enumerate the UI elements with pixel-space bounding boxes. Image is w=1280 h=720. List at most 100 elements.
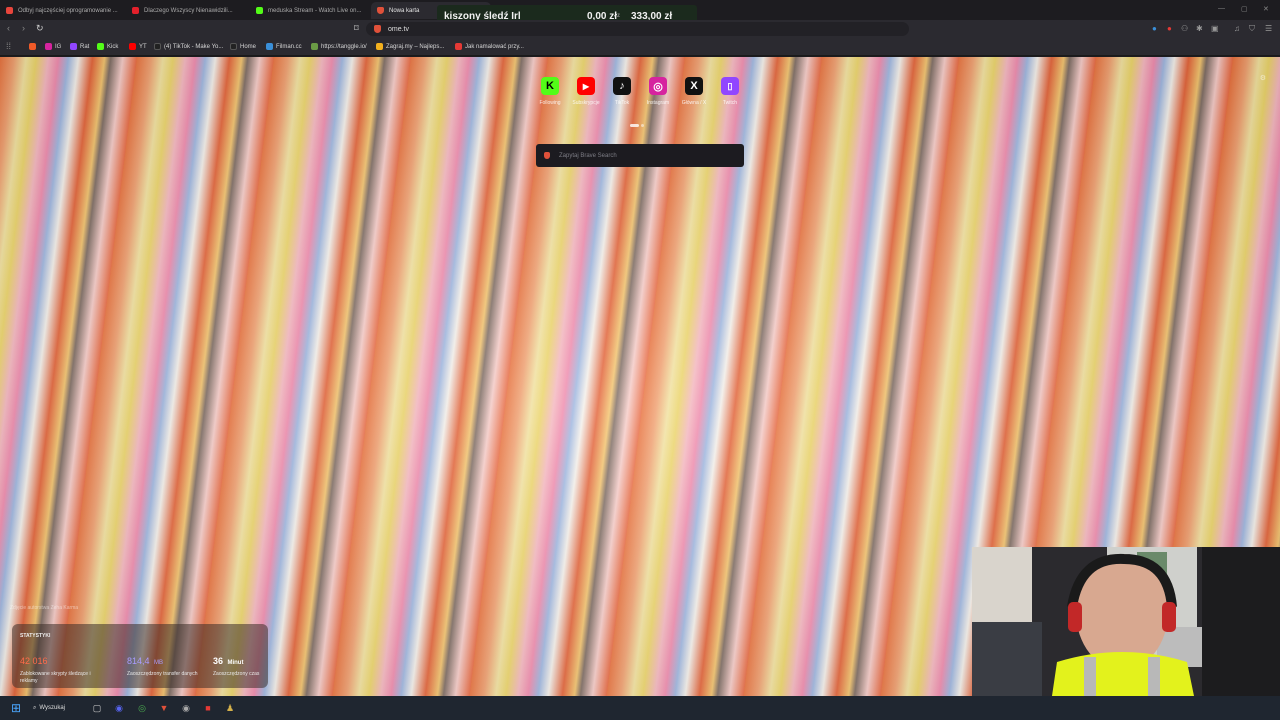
bookmark-item[interactable]: IG [45, 43, 61, 50]
chrome-icon[interactable]: ◎ [135, 701, 149, 715]
search-input[interactable]: Zapytaj Brave Search [536, 144, 744, 167]
brave-search-icon [544, 152, 550, 159]
stat-bandwidth: 814,4 MB Zaoszczędzony transfer danych [127, 651, 207, 678]
brave-rewards-icon[interactable]: ⛉ [1249, 24, 1255, 34]
menu-icon[interactable]: ☰ [1265, 24, 1272, 33]
task-view-icon[interactable]: ▢ [90, 701, 104, 715]
top-site-label: Główna / X [681, 100, 707, 106]
page-indicator[interactable] [630, 124, 644, 127]
brave-icon [377, 7, 384, 14]
media-icon[interactable]: ♫ [1234, 24, 1240, 33]
forward-icon[interactable]: › [22, 23, 25, 33]
bookmark-label: Kick [107, 43, 119, 50]
extension-icon[interactable]: ● [1167, 24, 1172, 33]
stats-widget: STATYSTYKI 42 016 Zablokowane skrypty śl… [12, 624, 268, 688]
stat-value: 814,4 [127, 656, 150, 666]
stat-time: 36 Minut Zaoszczędzony czas [213, 651, 263, 678]
top-site-label: Twitch [722, 100, 738, 106]
tab-label: Dlaczego Wszyscy Nienawidzili... [144, 7, 233, 14]
zagraj-icon [376, 43, 383, 50]
url-text: ome.tv [388, 25, 410, 33]
top-site-label: Instagram [646, 100, 670, 106]
bookmark-item[interactable]: Jak namalować przy... [455, 43, 524, 50]
page-dot-active[interactable] [630, 124, 639, 127]
top-site-instagram[interactable]: ◎ Instagram [643, 77, 673, 106]
kick-icon [97, 43, 104, 50]
twitch-icon: ▯ [721, 77, 739, 95]
app-icon[interactable]: ■ [201, 701, 215, 715]
youtube-icon: ▶ [577, 77, 595, 95]
top-site-subscriptions[interactable]: ▶ Subskrypcje [571, 77, 601, 106]
tab-0[interactable]: Odbyj najczęściej oprogramowanie ... [0, 2, 124, 19]
stat-unit: Minut [227, 660, 244, 666]
bookmark-item[interactable]: YT [129, 43, 147, 50]
bookmark-label: Filman.cc [276, 43, 302, 50]
apps-grid-icon[interactable]: ⁞⁞ [6, 41, 11, 51]
stat-label: Zaoszczędzony czas [213, 671, 260, 677]
sidebar-icon[interactable]: ▣ [1211, 24, 1219, 33]
twitch-icon [70, 43, 77, 50]
stat-value: 36 [213, 656, 224, 666]
discord-icon[interactable]: ◉ [112, 701, 126, 715]
stat-trackers: 42 016 Zablokowane skrypty śledzące i re… [20, 651, 100, 685]
taskbar-search-label: Wyszukaj [39, 705, 65, 711]
tiktok-icon: ♪ [613, 77, 631, 95]
bookmark-item[interactable]: Zagraj.my – Najleps... [376, 43, 444, 50]
stat-label: Zablokowane skrypty śledzące i reklamy [20, 671, 91, 684]
extension-icon[interactable]: ● [1152, 24, 1157, 33]
top-site-following[interactable]: K Following [535, 77, 565, 106]
tab-favicon-icon [6, 7, 13, 14]
extension-icon[interactable]: ⚇ [1181, 24, 1188, 33]
top-site-twitch[interactable]: ▯ Twitch [715, 77, 745, 106]
bookmark-label: Jak namalować przy... [465, 43, 524, 50]
kick-icon: K [541, 77, 559, 95]
page-dot[interactable] [641, 124, 644, 127]
taskbar: ⊞ ⌕ Wyszukaj ▢ ◉ ◎ ▼ ◉ ■ ♟ [0, 696, 1280, 720]
bookmark-icon[interactable]: ⌑ [354, 23, 359, 34]
extensions-puzzle-icon[interactable]: ✱ [1196, 24, 1203, 33]
settings-gear-icon[interactable]: ⚙ [1260, 74, 1266, 82]
app-icon[interactable]: ♟ [223, 701, 237, 715]
bookmark-item[interactable]: Kick [97, 43, 118, 50]
obs-icon[interactable]: ◉ [179, 701, 193, 715]
maximize-icon[interactable]: ▢ [1241, 5, 1248, 13]
tab-label: Nowa karta [389, 7, 420, 14]
instagram-icon [45, 43, 52, 50]
windows-start-icon[interactable]: ⊞ [9, 701, 23, 715]
top-site-label: TikTok [614, 100, 630, 106]
close-window-icon[interactable]: ✕ [1263, 5, 1269, 13]
brave-icon[interactable]: ▼ [157, 701, 171, 715]
tab-2[interactable]: meduska Stream - Watch Live on... [250, 2, 368, 19]
toolbar: ‹ › ↻ ⌑ ome.tv ● ● ⚇ ✱ ▣ ♫ ⛉ ☰ [0, 20, 1280, 38]
stat-unit: MB [153, 660, 163, 666]
x-icon [230, 43, 237, 50]
bookmark-item[interactable]: (4) TikTok - Make Yo... [154, 43, 223, 50]
back-icon[interactable]: ‹ [7, 23, 10, 33]
address-input[interactable]: ome.tv [366, 22, 909, 36]
bookmark-label: Home [240, 43, 257, 50]
brave-shield-icon[interactable] [374, 25, 381, 33]
tab-label: meduska Stream - Watch Live on... [268, 7, 362, 14]
tiktok-icon [154, 43, 161, 50]
bookmark-item[interactable]: Filman.cc [266, 43, 302, 50]
search-icon: ⌕ [33, 704, 37, 711]
filman-icon [266, 43, 273, 50]
tab-1[interactable]: Dlaczego Wszyscy Nienawidzili... [126, 2, 248, 19]
taskbar-search[interactable]: ⌕ Wyszukaj [33, 701, 79, 715]
bookmark-label: Rat [80, 43, 90, 50]
top-site-x[interactable]: X Główna / X [679, 77, 709, 106]
bookmark-item[interactable]: https://tanggle.io/ [311, 43, 367, 50]
minimize-icon[interactable]: — [1218, 5, 1225, 12]
bookmark-label: (4) TikTok - Make Yo... [164, 43, 224, 50]
webcam-image [972, 547, 1280, 696]
top-site-tiktok[interactable]: ♪ TikTok [607, 77, 637, 106]
youtube-icon [129, 43, 136, 50]
tab-label: Odbyj najczęściej oprogramowanie ... [18, 7, 118, 14]
reload-icon[interactable]: ↻ [36, 23, 44, 34]
bookmark-item[interactable] [29, 43, 39, 50]
bookmark-item[interactable]: Home [230, 43, 256, 50]
top-site-label: Subskrypcje [572, 100, 600, 106]
bookmark-item[interactable]: Rat [70, 43, 89, 50]
bookmarks-bar: ⁞⁞ IG Rat Kick YT (4) TikTok - Make Yo..… [0, 38, 1280, 56]
bookmark-label: YT [139, 43, 147, 50]
